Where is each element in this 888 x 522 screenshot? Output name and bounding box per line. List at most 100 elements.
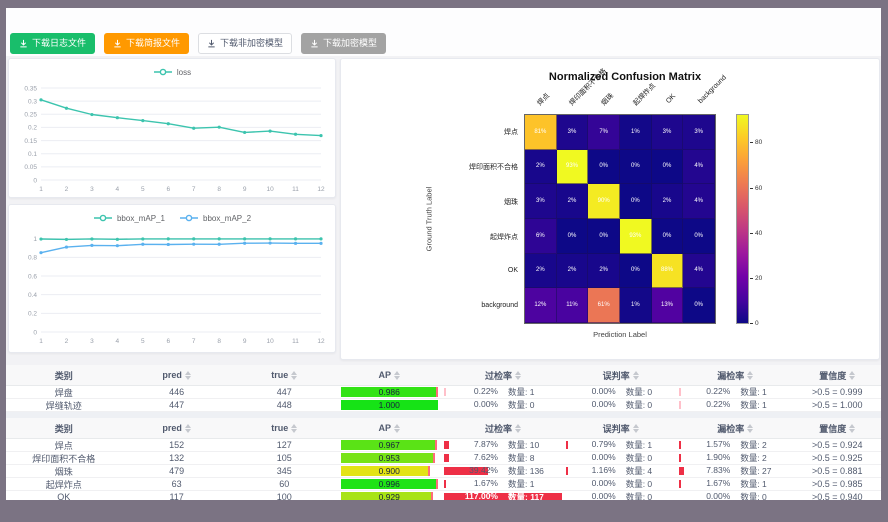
cm-row-label: background	[342, 302, 518, 309]
legend-marker	[93, 213, 113, 223]
ap-value: 0.900	[341, 466, 438, 476]
confidence-cell: >0.5 = 0.985	[794, 478, 882, 490]
table-row: 焊缝轨迹4474481.0000.00%数量: 00.00%数量: 00.22%…	[6, 399, 881, 412]
sort-caret[interactable]	[747, 424, 753, 433]
data-point	[218, 243, 221, 246]
true-cell: 448	[232, 399, 337, 411]
x-tick-label: 10	[266, 186, 274, 193]
rate-count: 数量: 2	[740, 452, 789, 464]
cm-cell: 3%	[683, 115, 715, 150]
sort-caret[interactable]	[515, 371, 521, 380]
sort-caret[interactable]	[633, 371, 639, 380]
cm-cell-value: 0%	[568, 233, 577, 239]
rate-percent: 0.00%	[446, 399, 498, 411]
true-cell: 105	[232, 452, 337, 464]
colorbar-tick	[750, 233, 753, 234]
colorbar-tick-label: 20	[755, 275, 762, 282]
mis-rate-cell: 0.00%数量: 0	[564, 452, 677, 464]
column-header-true: true	[232, 365, 337, 385]
cm-cell-value: 3%	[568, 129, 577, 135]
pred-cell: 479	[122, 465, 232, 477]
cm-cell: 0%	[588, 219, 620, 254]
cm-column-label: 烟珠	[599, 91, 616, 108]
data-point	[294, 133, 297, 136]
cm-cell: 90%	[588, 184, 620, 219]
cm-cell: 4%	[683, 150, 715, 185]
confusion-matrix-title: Normalized Confusion Matrix	[460, 71, 790, 83]
download-encrypted-model-button[interactable]: 下载加密模型	[301, 33, 386, 54]
sort-caret[interactable]	[291, 424, 297, 433]
mis-rate-cell: 0.79%数量: 1	[564, 439, 677, 451]
sort-caret[interactable]	[185, 371, 191, 380]
ap-value: 0.996	[341, 479, 438, 489]
column-header-miss-rate: 漏检率	[677, 365, 793, 385]
sort-caret[interactable]	[747, 371, 753, 380]
data-point	[65, 107, 68, 110]
legend-item-loss[interactable]: loss	[153, 67, 191, 77]
download-icon	[113, 39, 122, 48]
rate-count: 数量: 0	[740, 491, 789, 503]
colorbar-tick	[750, 278, 753, 279]
sort-caret[interactable]	[849, 424, 855, 433]
sort-caret[interactable]	[394, 371, 400, 380]
rate-count: 数量: 0	[626, 478, 673, 490]
sort-caret[interactable]	[394, 424, 400, 433]
legend-label: loss	[177, 68, 191, 77]
sort-caret[interactable]	[515, 424, 521, 433]
cm-row-label: 烟珠	[342, 197, 518, 207]
column-header-ap: AP	[337, 365, 442, 385]
cm-cell: 13%	[652, 288, 684, 323]
cm-cell: 2%	[557, 254, 589, 289]
cm-cell: 0%	[557, 219, 589, 254]
data-point	[192, 243, 195, 246]
loss-chart-card: loss 00.050.10.150.20.250.30.35123456789…	[8, 58, 336, 198]
series-line-bbox_mAP_1	[41, 239, 321, 240]
y-tick-label: 0	[33, 177, 37, 184]
cm-row-label: OK	[342, 267, 518, 274]
table-row: OK1171000.929117.00%数量: 1170.00%数量: 00.0…	[6, 491, 881, 504]
data-point	[319, 242, 322, 245]
column-header-label: AP	[378, 423, 391, 433]
cm-cell-value: 4%	[694, 198, 703, 204]
sort-caret[interactable]	[849, 371, 855, 380]
y-tick-label: 0.2	[28, 125, 37, 132]
map-chart: 00.20.40.60.81123456789101112	[14, 228, 330, 346]
ap-cell: 0.967	[337, 439, 442, 451]
rate-count: 数量: 0	[626, 399, 673, 411]
legend-item-bbox_mAP_2[interactable]: bbox_mAP_2	[179, 213, 251, 223]
download-log-file-button[interactable]: 下载日志文件	[10, 33, 95, 54]
data-point	[90, 113, 93, 116]
column-header-class: 类别	[6, 365, 122, 385]
column-header-label: 漏检率	[717, 422, 744, 435]
download-report-file-button[interactable]: 下载简报文件	[104, 33, 189, 54]
cm-cell: 0%	[588, 150, 620, 185]
cm-cell-value: 1%	[631, 129, 640, 135]
cm-cell-value: 61%	[598, 302, 610, 308]
y-tick-label: 0.6	[28, 273, 37, 280]
column-header-label: 过检率	[485, 422, 512, 435]
mis-rate-cell: 1.16%数量: 4	[564, 465, 677, 477]
button-label: 下载简报文件	[126, 39, 180, 48]
data-point	[268, 130, 271, 133]
sort-caret[interactable]	[291, 371, 297, 380]
data-point	[90, 237, 93, 240]
legend-item-bbox_mAP_1[interactable]: bbox_mAP_1	[93, 213, 165, 223]
column-header-label: AP	[378, 370, 391, 380]
ap-cell: 0.900	[337, 465, 442, 477]
data-point	[192, 237, 195, 240]
y-tick-label: 0.05	[24, 164, 37, 171]
cm-cell-value: 11%	[566, 302, 578, 308]
cm-cell-value: 2%	[663, 198, 672, 204]
column-header-label: 置信度	[819, 369, 846, 382]
sort-caret[interactable]	[633, 424, 639, 433]
column-header-class: 类别	[6, 418, 122, 438]
sort-caret[interactable]	[185, 424, 191, 433]
cm-cell: 0%	[683, 288, 715, 323]
over-rate-cell: 117.00%数量: 117	[442, 491, 565, 503]
download-unencrypted-model-button[interactable]: 下载非加密模型	[198, 33, 292, 54]
cm-cell-value: 6%	[536, 233, 545, 239]
y-tick-label: 1	[33, 236, 37, 243]
rate-percent: 0.00%	[568, 386, 615, 398]
column-header-label: 漏检率	[717, 369, 744, 382]
x-tick-label: 10	[266, 338, 274, 345]
